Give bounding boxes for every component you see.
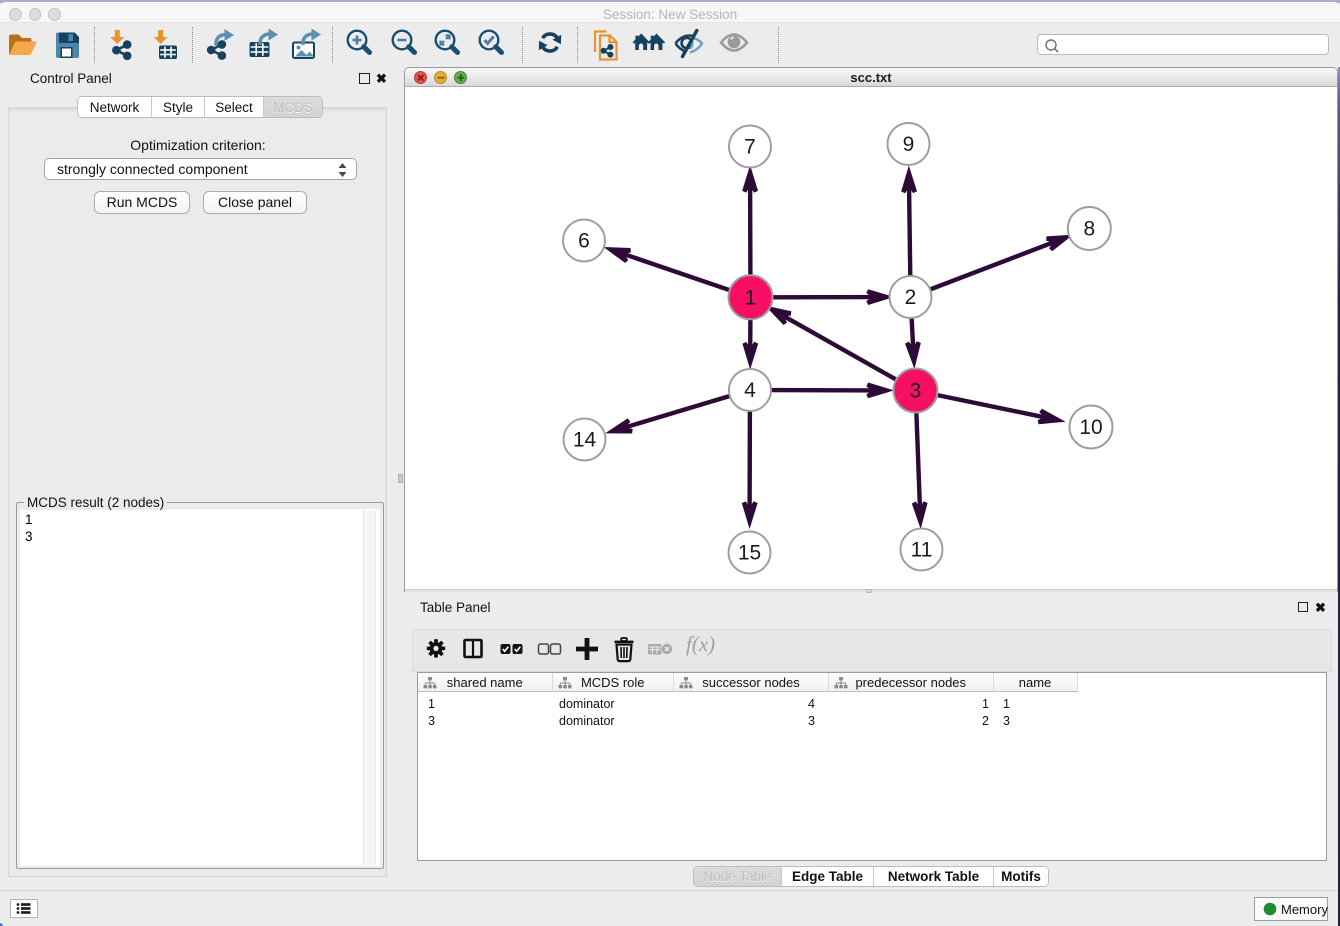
svg-text:11: 11 xyxy=(911,539,933,562)
svg-text:14: 14 xyxy=(573,429,597,452)
svg-text:4: 4 xyxy=(744,379,756,402)
svg-text:8: 8 xyxy=(1083,218,1095,241)
svg-text:9: 9 xyxy=(903,133,915,156)
svg-text:15: 15 xyxy=(738,542,761,565)
svg-text:10: 10 xyxy=(1079,416,1102,439)
svg-text:1: 1 xyxy=(745,286,757,309)
svg-text:6: 6 xyxy=(578,230,590,253)
svg-text:3: 3 xyxy=(910,380,922,403)
svg-text:2: 2 xyxy=(905,286,917,309)
svg-text:7: 7 xyxy=(744,136,756,159)
